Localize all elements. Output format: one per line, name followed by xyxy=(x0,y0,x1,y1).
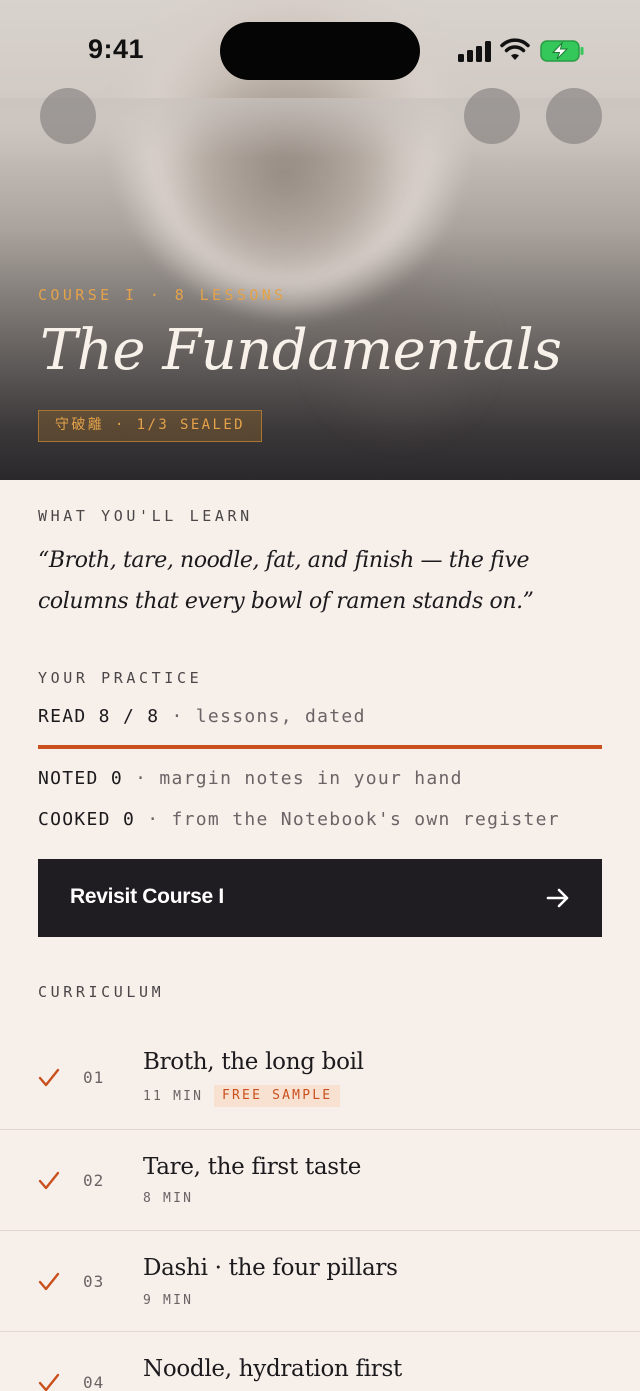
lesson-row-01[interactable]: 01 Broth, the long boil 11 MIN FREE SAMP… xyxy=(0,1028,640,1130)
lesson-number: 01 xyxy=(83,1068,105,1087)
practice-read: READ 8 / 8 · lessons, dated xyxy=(38,706,366,727)
course-eyebrow: COURSE I · 8 LESSONS xyxy=(38,286,287,304)
lesson-title: Noodle, hydration first xyxy=(143,1356,402,1382)
lesson-duration: 8 MIN xyxy=(143,1191,194,1206)
read-count: READ 8 / 8 xyxy=(38,706,160,727)
lesson-duration: 11 MIN xyxy=(143,1089,204,1104)
dynamic-island xyxy=(220,22,420,80)
check-icon xyxy=(38,1068,60,1087)
arrow-right-icon xyxy=(546,888,569,908)
lesson-row-02[interactable]: 02 Tare, the first taste 8 MIN xyxy=(0,1130,640,1231)
course-quote: “Broth, tare, noodle, fat, and finish — … xyxy=(38,548,534,614)
wifi-icon xyxy=(500,38,530,60)
lesson-number: 04 xyxy=(83,1373,105,1391)
lesson-title: Dashi · the four pillars xyxy=(143,1255,398,1281)
lesson-row-04[interactable]: 04 Noodle, hydration first xyxy=(0,1332,640,1391)
check-icon xyxy=(38,1373,60,1391)
curriculum-label: CURRICULUM xyxy=(38,983,165,1001)
noted-count: NOTED 0 xyxy=(38,768,123,789)
check-icon xyxy=(38,1171,60,1190)
cooked-description: · from the Notebook's own register xyxy=(147,809,560,830)
noted-description: · margin notes in your hand xyxy=(135,768,463,789)
read-description: · lessons, dated xyxy=(171,706,366,727)
practice-label: YOUR PRACTICE xyxy=(38,669,203,687)
course-hero: 9:41 COURSE I · 8 LESSONS The Fundamenta… xyxy=(0,0,640,480)
cellular-signal-icon xyxy=(458,40,492,62)
lesson-row-03[interactable]: 03 Dashi · the four pillars 9 MIN xyxy=(0,1231,640,1332)
cooked-count: COOKED 0 xyxy=(38,809,136,830)
practice-noted: NOTED 0 · margin notes in your hand xyxy=(38,768,463,789)
course-title: The Fundamentals xyxy=(40,318,562,383)
read-progress-fill xyxy=(38,745,602,749)
lesson-title: Broth, the long boil xyxy=(143,1049,364,1075)
revisit-course-label: Revisit Course I xyxy=(70,885,224,908)
lesson-number: 02 xyxy=(83,1171,105,1190)
lesson-duration: 9 MIN xyxy=(143,1293,194,1308)
battery-charging-icon xyxy=(540,40,584,62)
lesson-title: Tare, the first taste xyxy=(143,1154,362,1180)
read-progress-bar xyxy=(38,745,602,749)
status-bar: 9:41 xyxy=(0,0,640,100)
free-sample-badge: FREE SAMPLE xyxy=(214,1085,341,1107)
lesson-number: 03 xyxy=(83,1272,105,1291)
learn-label: WHAT YOU'LL LEARN xyxy=(38,507,253,525)
practice-cooked: COOKED 0 · from the Notebook's own regis… xyxy=(38,809,560,830)
status-time: 9:41 xyxy=(88,34,145,64)
check-icon xyxy=(38,1272,60,1291)
nav-blur xyxy=(0,98,640,158)
revisit-course-button[interactable]: Revisit Course I xyxy=(38,859,602,937)
seal-badge: 守破離 · 1/3 SEALED xyxy=(38,410,262,442)
